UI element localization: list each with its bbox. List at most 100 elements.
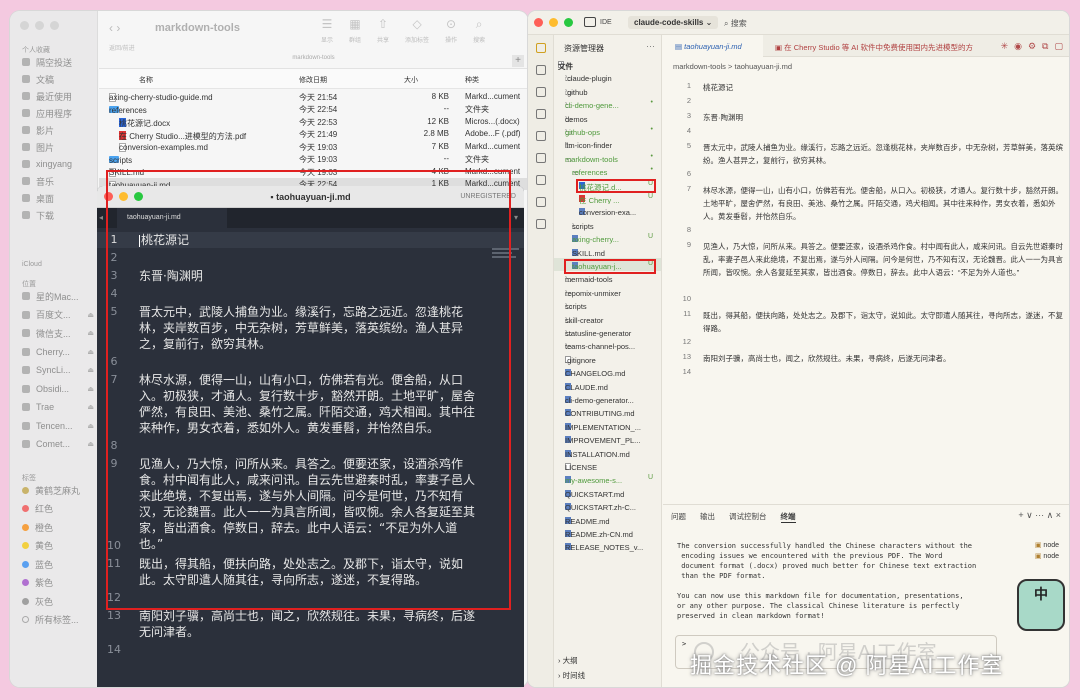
sidebar-item[interactable]: 桌面 <box>22 191 94 205</box>
panel-tab[interactable]: 调试控制台 <box>729 511 767 523</box>
column-name[interactable]: 名称 <box>139 75 153 85</box>
panel-tab[interactable]: 终端 <box>780 511 796 523</box>
file-row[interactable]: ›scripts今天 19:03--文件夹 <box>99 153 528 166</box>
tree-item[interactable]: › ▭ llm-icon-finder <box>554 137 661 150</box>
sidebar-item[interactable]: 应用程序 <box>22 106 94 120</box>
search-bar[interactable]: ⌕ 搜索 <box>724 18 747 29</box>
zoom-button[interactable] <box>50 21 59 30</box>
tree-item[interactable]: › ▭ .github <box>554 84 661 97</box>
toolbar-5-button[interactable]: ⌕ 搜索 <box>473 17 485 44</box>
panel-tools[interactable]: + ∨ ··· ∧ × <box>1018 510 1061 521</box>
sidebar-item[interactable]: 最近使用 <box>22 89 94 103</box>
chat-icon[interactable] <box>536 219 546 229</box>
terminal-session[interactable]: ▣ node <box>1035 541 1059 549</box>
outline-section[interactable]: › 大纲 <box>558 655 661 666</box>
tree-item[interactable]: my-awesome-s... U <box>554 472 661 485</box>
tree-item[interactable]: › ▭ scripts <box>554 218 661 231</box>
sidebar-item[interactable]: 音乐 <box>22 174 94 188</box>
terminal-session[interactable]: ▣ node <box>1035 552 1059 560</box>
tree-item[interactable]: › ▭ teams-channel-pos... <box>554 338 661 351</box>
toolbar-1-button[interactable]: ▦ 群组 <box>349 17 361 44</box>
column-date[interactable]: 修改日期 <box>299 75 327 85</box>
remote-icon[interactable] <box>536 131 546 141</box>
sidebar-tag[interactable]: 灰色 <box>22 594 94 608</box>
file-row[interactable]: 在 Cherry Studio...进模型的方法.pdf 今天 21:49 2.8 … <box>99 128 528 141</box>
sidebar-tag[interactable]: 所有标签... <box>22 613 94 627</box>
toolbar-4-button[interactable]: ⊙ 操作 <box>445 17 457 44</box>
sidebar-item[interactable]: 图片 <box>22 140 94 154</box>
tree-item[interactable]: QUICKSTART.md <box>554 486 661 499</box>
extensions-icon[interactable] <box>536 175 546 185</box>
layout-icon[interactable]: ▢ <box>1054 41 1063 52</box>
sidebar-location[interactable]: Obsidi... ⏏ <box>22 382 94 396</box>
eject-icon[interactable]: ⏏ <box>87 385 94 393</box>
tree-item[interactable]: 在 Cherry ... U <box>554 191 661 204</box>
vscode-window-controls[interactable] <box>534 18 573 27</box>
finder-window-controls[interactable] <box>20 21 59 30</box>
flask-icon[interactable] <box>536 197 546 207</box>
tree-item[interactable]: CHANGELOG.md <box>554 365 661 378</box>
minimize-button[interactable] <box>549 18 558 27</box>
sidebar-location[interactable]: Comet... ⏏ <box>22 437 94 451</box>
tree-item[interactable]: ⌄ ▭ markdown-tools • <box>554 151 661 164</box>
add-tab-button[interactable]: + <box>512 55 524 67</box>
tree-item[interactable]: conversion-exa... <box>554 204 661 217</box>
toolbar-2-button[interactable]: ⇧ 共享 <box>377 17 389 44</box>
file-row[interactable]: 桃花源记.docx 今天 22:53 12 KB Micros...(.docx) <box>99 115 528 128</box>
tree-item[interactable]: ⌄ ▭ references • <box>554 164 661 177</box>
sidebar-item[interactable]: xingyang <box>22 157 94 171</box>
tab-dropdown-icon[interactable]: ▾ <box>514 213 518 222</box>
panel-tab[interactable]: 问题 <box>671 511 686 523</box>
tree-item[interactable]: › ▭ cli-demo-gene... • <box>554 97 661 110</box>
sidebar-location[interactable]: 星的Mac... <box>22 289 94 303</box>
sidebar-tag[interactable]: 红色 <box>22 502 94 516</box>
sidebar-location[interactable]: SyncLi... ⏏ <box>22 363 94 377</box>
tree-item[interactable]: cli-demo-generator... <box>554 392 661 405</box>
preview-icon[interactable]: ◉ <box>1014 41 1022 52</box>
sidebar-item[interactable]: 影片 <box>22 123 94 137</box>
run-debug-icon[interactable] <box>536 109 546 119</box>
tab-cherry-studio-pdf[interactable]: ▣ 在 Cherry Studio 等 AI 软件中免费使用国内先进模型的方 <box>763 35 983 57</box>
sidebar-location[interactable]: 微信支... ⏏ <box>22 326 94 340</box>
sidebar-location[interactable]: Tencen... ⏏ <box>22 419 94 433</box>
tree-item[interactable]: README.md <box>554 513 661 526</box>
sidebar-tag[interactable]: 紫色 <box>22 576 94 590</box>
tree-item[interactable]: › ▭ github-ops • <box>554 124 661 137</box>
sidebar-tag[interactable]: 黄色 <box>22 539 94 553</box>
minimize-button[interactable] <box>35 21 44 30</box>
eject-icon[interactable]: ⏏ <box>87 440 94 448</box>
eject-icon[interactable]: ⏏ <box>87 329 94 337</box>
timeline-section[interactable]: › 时间线 <box>558 670 661 681</box>
column-kind[interactable]: 种类 <box>465 75 479 85</box>
sidebar-item[interactable]: 下载 <box>22 208 94 222</box>
toolbar-3-button[interactable]: ◇ 添加标签 <box>405 17 429 44</box>
tree-item[interactable]: CONTRIBUTING.md <box>554 405 661 418</box>
sidebar-location[interactable]: 百度文... ⏏ <box>22 308 94 322</box>
column-size[interactable]: 大小 <box>404 75 418 85</box>
tree-item[interactable]: SKILL.md <box>554 245 661 258</box>
split-icon[interactable]: ⧉ <box>1042 41 1048 52</box>
panel-tab[interactable]: 输出 <box>700 511 715 523</box>
source-control-icon[interactable] <box>536 87 546 97</box>
tree-item[interactable]: RELEASE_NOTES_v... <box>554 539 661 552</box>
tree-item[interactable]: › ▭ demos <box>554 111 661 124</box>
tab-scroll-left-icon[interactable]: ◂ <box>99 213 103 222</box>
tree-item[interactable]: IMPLEMENTATION_... <box>554 419 661 432</box>
tree-item[interactable]: INSTALLATION.md <box>554 446 661 459</box>
project-selector[interactable]: claude-code-skills ⌄ <box>628 16 719 29</box>
eject-icon[interactable]: ⏏ <box>87 348 94 356</box>
sidebar-tag[interactable]: 黄鹤芝麻丸 <box>22 483 94 497</box>
sidebar-item[interactable]: 文稿 <box>22 72 94 86</box>
file-row[interactable]: axing-cherry-studio-guide.md 今天 21:54 8 KB… <box>99 90 528 103</box>
sidebar-item[interactable]: 隔空投送 <box>22 55 94 69</box>
tree-item[interactable]: IMPROVEMENT_PL... <box>554 432 661 445</box>
file-row[interactable]: conversion-examples.md 今天 19:03 7 KB Markd.… <box>99 140 528 153</box>
settings-icon[interactable]: ⚙ <box>1028 41 1036 52</box>
toolbar-0-button[interactable]: ☰ 显示 <box>321 17 333 44</box>
sidebar-location[interactable]: Trae ⏏ <box>22 400 94 414</box>
search-icon[interactable] <box>536 65 546 75</box>
tree-item[interactable]: › ▭ skill-creator <box>554 312 661 325</box>
eject-icon[interactable]: ⏏ <box>87 311 94 319</box>
tree-item[interactable]: › ▭ repomix-unmixer <box>554 285 661 298</box>
eject-icon[interactable]: ⏏ <box>87 366 94 374</box>
